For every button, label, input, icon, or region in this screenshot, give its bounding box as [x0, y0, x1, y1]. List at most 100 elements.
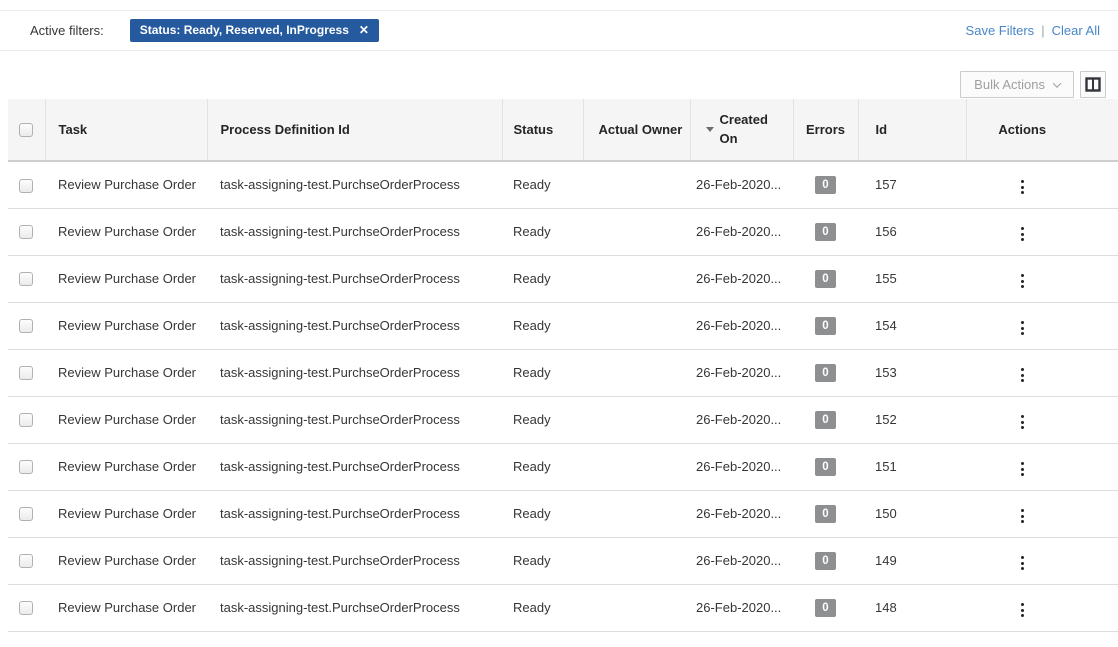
actual-owner-cell	[583, 490, 690, 537]
actions-cell	[966, 302, 1118, 349]
status-cell: Ready	[502, 208, 583, 255]
row-checkbox[interactable]	[19, 319, 33, 333]
column-header-created-on[interactable]: Created On	[690, 99, 793, 161]
tasks-table: Task Process Definition Id Status Actual…	[8, 99, 1118, 632]
created-on-label: Created On	[720, 111, 774, 149]
kebab-menu-icon[interactable]	[1013, 317, 1032, 339]
row-select-cell	[8, 584, 45, 631]
table-row: Review Purchase Ordertask-assigning-test…	[8, 537, 1118, 584]
kebab-menu-icon[interactable]	[1013, 364, 1032, 386]
column-header-id[interactable]: Id	[858, 99, 966, 161]
status-cell: Ready	[502, 584, 583, 631]
errors-cell: 0	[793, 208, 858, 255]
row-select-cell	[8, 396, 45, 443]
filter-chip-text: Status: Ready, Reserved, InProgress	[140, 23, 349, 37]
row-checkbox[interactable]	[19, 413, 33, 427]
filter-chip: Status: Ready, Reserved, InProgress ✕	[130, 19, 379, 42]
active-filters-bar: Active filters: Status: Ready, Reserved,…	[0, 10, 1118, 51]
column-header-errors[interactable]: Errors	[793, 99, 858, 161]
actions-cell	[966, 537, 1118, 584]
kebab-menu-icon[interactable]	[1013, 505, 1032, 527]
task-table-body: Review Purchase Ordertask-assigning-test…	[8, 161, 1118, 631]
kebab-menu-icon[interactable]	[1013, 552, 1032, 574]
column-header-process-definition-id[interactable]: Process Definition Id	[207, 99, 502, 161]
errors-badge: 0	[815, 458, 836, 476]
row-select-cell	[8, 161, 45, 208]
table-row: Review Purchase Ordertask-assigning-test…	[8, 208, 1118, 255]
chevron-down-icon	[1053, 79, 1061, 87]
status-cell: Ready	[502, 349, 583, 396]
save-filters-link[interactable]: Save Filters	[966, 23, 1035, 38]
id-cell: 152	[858, 396, 966, 443]
actions-cell	[966, 584, 1118, 631]
row-select-cell	[8, 255, 45, 302]
row-checkbox[interactable]	[19, 272, 33, 286]
created-on-cell: 26-Feb-2020...	[690, 161, 793, 208]
table-toolbar: Bulk Actions	[0, 51, 1118, 99]
status-cell: Ready	[502, 255, 583, 302]
actual-owner-cell	[583, 208, 690, 255]
created-on-cell: 26-Feb-2020...	[690, 255, 793, 302]
row-select-cell	[8, 490, 45, 537]
select-all-checkbox[interactable]	[19, 123, 33, 137]
task-cell: Review Purchase Order	[45, 396, 207, 443]
row-checkbox[interactable]	[19, 554, 33, 568]
kebab-menu-icon[interactable]	[1013, 223, 1032, 245]
row-checkbox[interactable]	[19, 179, 33, 193]
kebab-menu-icon[interactable]	[1013, 411, 1032, 433]
created-on-cell: 26-Feb-2020...	[690, 396, 793, 443]
actual-owner-cell	[583, 302, 690, 349]
id-cell: 153	[858, 349, 966, 396]
row-checkbox[interactable]	[19, 366, 33, 380]
errors-cell: 0	[793, 396, 858, 443]
task-cell: Review Purchase Order	[45, 302, 207, 349]
table-row: Review Purchase Ordertask-assigning-test…	[8, 490, 1118, 537]
row-checkbox[interactable]	[19, 225, 33, 239]
status-cell: Ready	[502, 490, 583, 537]
id-cell: 151	[858, 443, 966, 490]
id-cell: 148	[858, 584, 966, 631]
errors-cell: 0	[793, 584, 858, 631]
created-on-cell: 26-Feb-2020...	[690, 490, 793, 537]
bulk-actions-button[interactable]: Bulk Actions	[960, 71, 1074, 98]
links-separator: |	[1041, 23, 1044, 38]
created-on-cell: 26-Feb-2020...	[690, 443, 793, 490]
kebab-menu-icon[interactable]	[1013, 599, 1032, 621]
column-header-task[interactable]: Task	[45, 99, 207, 161]
id-cell: 156	[858, 208, 966, 255]
task-cell: Review Purchase Order	[45, 443, 207, 490]
table-row: Review Purchase Ordertask-assigning-test…	[8, 396, 1118, 443]
clear-all-link[interactable]: Clear All	[1052, 23, 1100, 38]
task-cell: Review Purchase Order	[45, 584, 207, 631]
task-cell: Review Purchase Order	[45, 255, 207, 302]
header-row: Task Process Definition Id Status Actual…	[8, 99, 1118, 161]
row-checkbox[interactable]	[19, 601, 33, 615]
process-definition-id-cell: task-assigning-test.PurchseOrderProcess	[207, 255, 502, 302]
kebab-menu-icon[interactable]	[1013, 458, 1032, 480]
row-checkbox[interactable]	[19, 507, 33, 521]
errors-badge: 0	[815, 176, 836, 194]
created-on-cell: 26-Feb-2020...	[690, 302, 793, 349]
id-cell: 157	[858, 161, 966, 208]
errors-cell: 0	[793, 349, 858, 396]
kebab-menu-icon[interactable]	[1013, 176, 1032, 198]
kebab-menu-icon[interactable]	[1013, 270, 1032, 292]
status-cell: Ready	[502, 302, 583, 349]
process-definition-id-cell: task-assigning-test.PurchseOrderProcess	[207, 161, 502, 208]
actual-owner-cell	[583, 537, 690, 584]
created-on-cell: 26-Feb-2020...	[690, 208, 793, 255]
column-header-actual-owner[interactable]: Actual Owner	[583, 99, 690, 161]
errors-badge: 0	[815, 411, 836, 429]
actual-owner-cell	[583, 255, 690, 302]
column-header-actions: Actions	[966, 99, 1118, 161]
chip-close-icon[interactable]: ✕	[359, 23, 369, 37]
actual-owner-cell	[583, 584, 690, 631]
tasks-page: Active filters: Status: Ready, Reserved,…	[0, 10, 1118, 632]
errors-badge: 0	[815, 552, 836, 570]
manage-columns-button[interactable]	[1080, 71, 1106, 98]
row-checkbox[interactable]	[19, 460, 33, 474]
table-row: Review Purchase Ordertask-assigning-test…	[8, 443, 1118, 490]
errors-badge: 0	[815, 599, 836, 617]
column-header-status[interactable]: Status	[502, 99, 583, 161]
id-cell: 154	[858, 302, 966, 349]
